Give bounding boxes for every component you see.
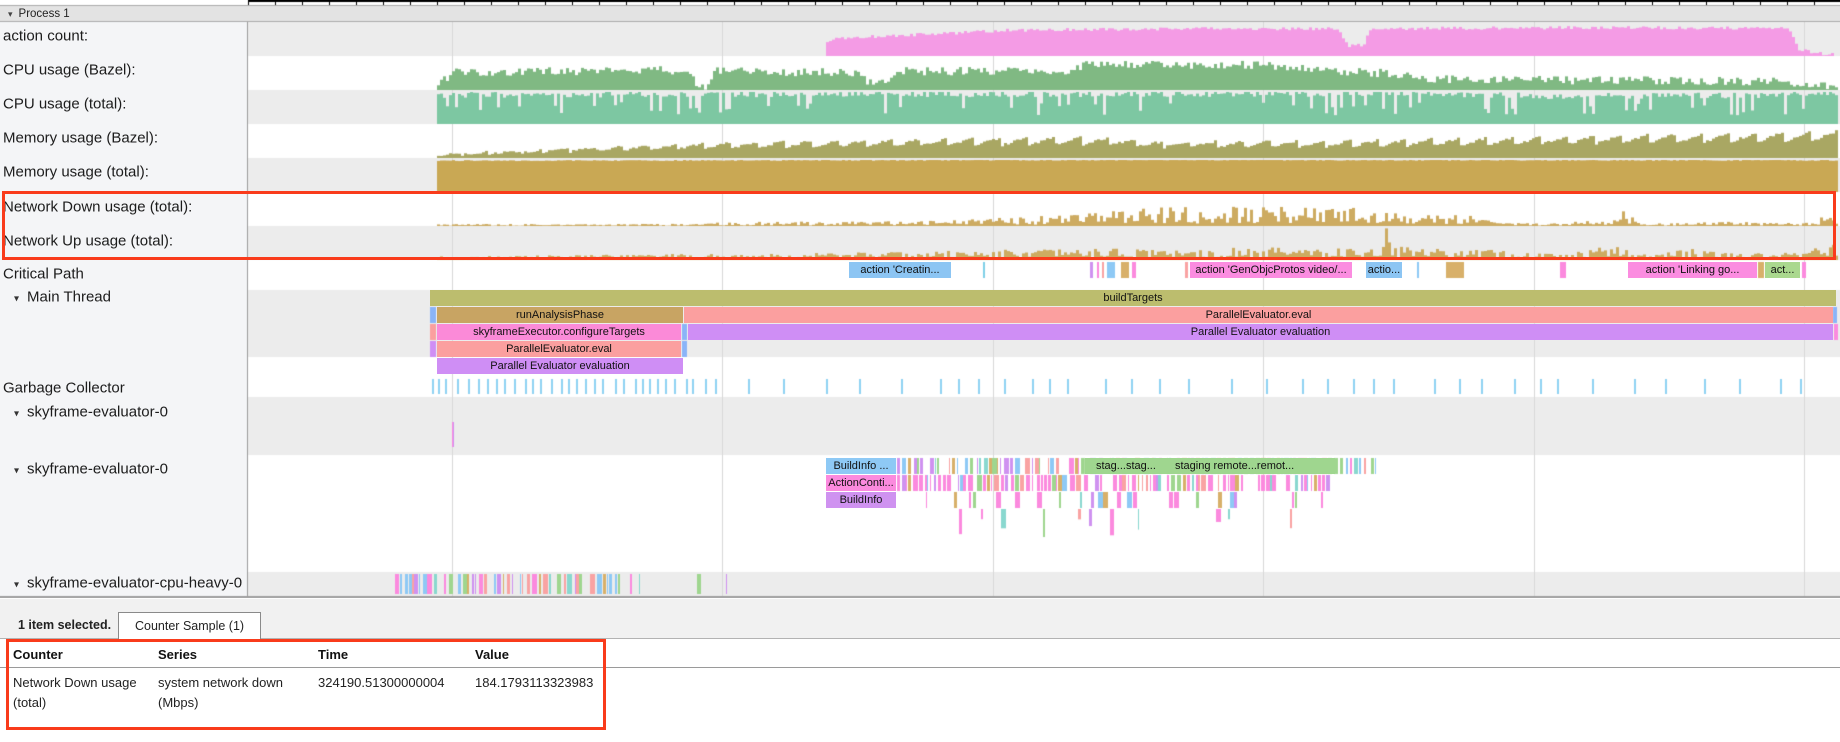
critical-path-event[interactable]: action 'Creatin... — [849, 262, 951, 278]
main-thread-event[interactable]: runAnalysisPhase — [437, 307, 683, 323]
skyframe-event-label: staging remote...remot... — [1175, 458, 1294, 474]
critical-path-event[interactable]: actio... — [1366, 262, 1402, 278]
skyframe-event[interactable]: BuildInfo — [826, 492, 896, 508]
col-header-series: Series — [158, 647, 197, 662]
main-thread-event[interactable]: skyframeExecutor.configureTargets — [437, 324, 681, 340]
tab-counter-sample[interactable]: Counter Sample (1) — [118, 612, 261, 639]
cell-series[interactable]: system network down (Mbps) — [158, 673, 300, 713]
main-thread-event[interactable]: ParallelEvaluator.eval — [437, 341, 681, 357]
critical-path-event[interactable]: action 'Linking go... — [1628, 262, 1757, 278]
skyframe-event[interactable]: BuildInfo ... — [826, 458, 896, 474]
skyframe-event-label: stag...stag... — [1096, 458, 1156, 474]
main-thread-event[interactable]: Parallel Evaluator evaluation — [688, 324, 1833, 340]
details-panel: 1 item selected. Counter Sample (1) Coun… — [0, 598, 1840, 742]
skyframe-event[interactable]: ActionConti... — [826, 475, 896, 491]
selection-status: 1 item selected. — [18, 612, 111, 638]
tab-strip-divider — [0, 638, 1840, 639]
critical-path-event[interactable]: act... — [1765, 262, 1800, 278]
main-thread-event[interactable]: Parallel Evaluator evaluation — [437, 358, 683, 374]
main-thread-event[interactable]: buildTargets — [430, 290, 1836, 306]
cell-value[interactable]: 184.1793113323983 — [475, 673, 635, 693]
col-header-time: Time — [318, 647, 348, 662]
table-header-divider — [0, 667, 1840, 668]
trace-events-layer: action 'Creatin... action 'GenObjcProtos … — [0, 0, 1840, 600]
trace-viewer: ▾Process 1 action count:CPU usage (Bazel… — [0, 0, 1840, 742]
col-header-counter: Counter — [13, 647, 63, 662]
critical-path-event[interactable]: action 'GenObjcProtos video/... — [1190, 262, 1352, 278]
main-thread-event[interactable]: ParallelEvaluator.eval — [684, 307, 1833, 323]
cell-counter[interactable]: Network Down usage (total) — [13, 673, 145, 713]
col-header-value: Value — [475, 647, 509, 662]
cell-time[interactable]: 324190.51300000004 — [318, 673, 468, 693]
